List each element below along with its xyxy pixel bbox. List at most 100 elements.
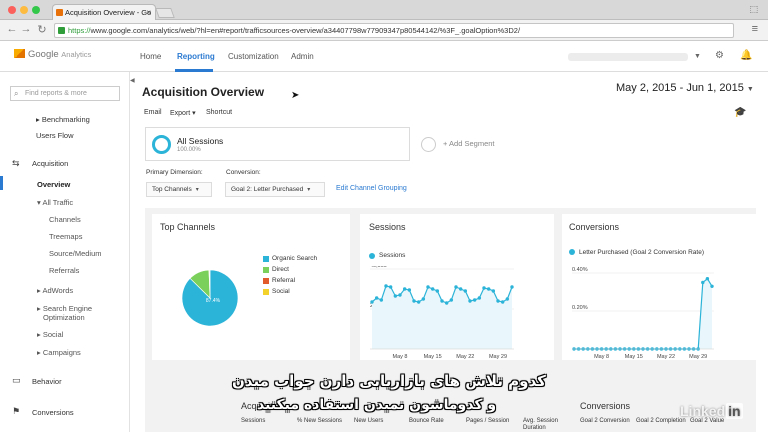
sidebar-item-channels[interactable]: Channels <box>49 215 81 224</box>
conversions-line-chart: 0.40% 0.20% May 8 May 15 May 22 May 29 <box>572 267 714 360</box>
sidebar-item-source-medium[interactable]: Source/Medium <box>49 249 102 258</box>
data-point <box>412 299 416 303</box>
account-dropdown-icon[interactable]: ▼ <box>694 53 701 60</box>
watermark-in: in <box>726 403 743 419</box>
reload-icon[interactable]: ↻ <box>36 23 48 36</box>
subtitle-line-1: کدوم تلاش های بازاریابی دارن جواب میدن <box>232 372 546 390</box>
url-bar[interactable]: https://www.google.com/analytics/web/?hl… <box>54 23 734 38</box>
table-column-header[interactable]: Sessions <box>241 418 295 425</box>
table-column-header[interactable]: Avg. Session Duration <box>523 418 577 432</box>
close-window-icon[interactable] <box>8 6 16 14</box>
sessions-panel: Sessions Sessions 40,00020,000May 8May 1… <box>360 214 554 360</box>
sidebar-item-adwords[interactable]: ▸ AdWords <box>37 286 73 295</box>
google-analytics-logo[interactable]: Google Analytics <box>14 49 91 60</box>
table-column-header[interactable]: New Users <box>354 418 408 425</box>
shortcut-button[interactable]: Shortcut <box>206 109 232 116</box>
top-channels-panel: Top Channels 87.4% Organic Search Direct R… <box>152 214 350 360</box>
sidebar-item-label: Search Engine <box>42 304 93 313</box>
graduation-cap-icon[interactable]: 🎓 <box>734 107 746 118</box>
nav-reporting[interactable]: Reporting <box>177 52 215 61</box>
data-point <box>463 289 468 293</box>
table-column-header[interactable]: Bounce Rate <box>409 418 463 425</box>
sidebar-item-benchmarking[interactable]: ▸ Benchmarking <box>36 115 90 124</box>
edit-channel-grouping-link[interactable]: Edit Channel Grouping <box>336 185 407 192</box>
table-column-header[interactable]: % New Sessions <box>297 418 351 425</box>
account-selector[interactable] <box>568 53 688 61</box>
pie-slice-label: 87.4% <box>206 298 221 304</box>
sidebar-item-social[interactable]: ▸ Social <box>37 330 63 339</box>
minimize-window-icon[interactable] <box>20 6 28 14</box>
data-point <box>393 294 398 298</box>
url-scheme: https:// <box>68 26 91 35</box>
conversions-legend-label: Letter Purchased (Goal 2 Conversion Rate… <box>579 249 705 256</box>
browser-tab[interactable]: Acquisition Overview - Go × <box>52 4 156 20</box>
sessions-legend-label: Sessions <box>379 252 406 259</box>
panel-title-sessions: Sessions <box>369 222 406 232</box>
legend-label: Direct <box>272 266 289 273</box>
sidebar-item-acquisition[interactable]: Acquisition <box>32 159 68 168</box>
date-range-picker[interactable]: May 2, 2015 - Jun 1, 2015 ▼ <box>616 82 754 94</box>
zoom-window-icon[interactable] <box>32 6 40 14</box>
tab-title: Acquisition Overview - Go <box>65 8 152 17</box>
sidebar-item-conversions[interactable]: Conversions <box>32 408 74 417</box>
sidebar-item-behavior[interactable]: Behavior <box>32 377 62 386</box>
close-tab-icon[interactable]: × <box>146 5 151 20</box>
table-column-header[interactable]: Goal 2 Completion <box>636 418 690 425</box>
segment-card-all-sessions[interactable]: All Sessions 100.00% <box>145 127 410 161</box>
gear-icon[interactable]: ⚙ <box>715 50 724 61</box>
sidebar-item-label: Social <box>42 330 64 339</box>
sidebar: ⌕ Find reports & more ▸ Benchmarking Use… <box>0 72 130 432</box>
data-point <box>491 289 496 293</box>
new-tab-button[interactable] <box>155 8 175 18</box>
data-point <box>374 296 379 300</box>
subtitle-line-2: و کدوماشون نمیدن استفاده میکنید <box>257 397 497 413</box>
sidebar-item-campaigns[interactable]: ▸ Campaigns <box>37 348 81 357</box>
export-button[interactable]: Export ▾ <box>170 109 196 117</box>
x-tick-label: May 8 <box>594 354 609 360</box>
data-point <box>486 287 491 291</box>
primary-dimension-select[interactable]: Top Channels ▾ <box>146 182 212 197</box>
data-point <box>500 300 505 304</box>
sidebar-item-all-traffic[interactable]: ▾ All Traffic <box>37 198 73 207</box>
browser-menu-icon[interactable]: ≡ <box>752 23 758 35</box>
data-point <box>426 285 430 289</box>
data-point <box>468 299 472 303</box>
panel-title-top-channels: Top Channels <box>160 222 216 232</box>
table-column-header[interactable]: Pages / Session <box>466 418 520 425</box>
back-icon[interactable]: ← <box>6 23 18 35</box>
table-column-header[interactable]: Goal 2 Value <box>690 418 744 425</box>
series-area <box>574 278 712 349</box>
behavior-icon: ▭ <box>12 375 21 385</box>
lock-icon <box>58 27 65 34</box>
series-area <box>372 286 512 349</box>
email-button[interactable]: Email <box>144 109 162 116</box>
sidebar-item-seo[interactable]: ▸ Search Engine <box>37 304 92 313</box>
nav-admin[interactable]: Admin <box>291 52 314 61</box>
table-column-header[interactable]: Goal 2 Conversion <box>580 418 634 425</box>
nav-customization[interactable]: Customization <box>228 52 279 61</box>
segment-percent: 100.00% <box>177 147 201 153</box>
mouse-pointer-icon: ➤ <box>291 90 300 101</box>
add-segment-circle-icon[interactable] <box>421 137 436 152</box>
search-reports-input[interactable]: ⌕ Find reports & more <box>10 86 120 101</box>
url-path: www.google.com/analytics/web/?hl=en#repo… <box>90 26 521 35</box>
legend-swatch <box>263 278 269 284</box>
sidebar-item-treemaps[interactable]: Treemaps <box>49 232 82 241</box>
nav-home[interactable]: Home <box>140 52 161 61</box>
conversion-select[interactable]: Goal 2: Letter Purchased ▾ <box>225 182 325 197</box>
data-point <box>384 284 388 288</box>
y-tick-label: 0.40% <box>572 267 588 273</box>
sidebar-item-users-flow[interactable]: Users Flow <box>36 131 74 140</box>
person-icon[interactable]: ⬚ <box>749 4 758 15</box>
sidebar-item-seo-line2[interactable]: Optimization <box>43 313 85 322</box>
sidebar-item-overview[interactable]: Overview <box>37 180 70 189</box>
add-segment-button[interactable]: + Add Segment <box>443 139 495 148</box>
bell-icon[interactable]: 🔔 <box>740 50 752 61</box>
page-title: Acquisition Overview <box>142 85 265 99</box>
collapse-sidebar-icon[interactable]: ◀ <box>130 77 135 84</box>
sidebar-item-referrals[interactable]: Referrals <box>49 266 79 275</box>
chevron-down-icon: ▾ <box>307 187 311 193</box>
forward-icon[interactable]: → <box>20 23 32 35</box>
data-point <box>416 300 421 304</box>
data-point <box>402 287 407 291</box>
